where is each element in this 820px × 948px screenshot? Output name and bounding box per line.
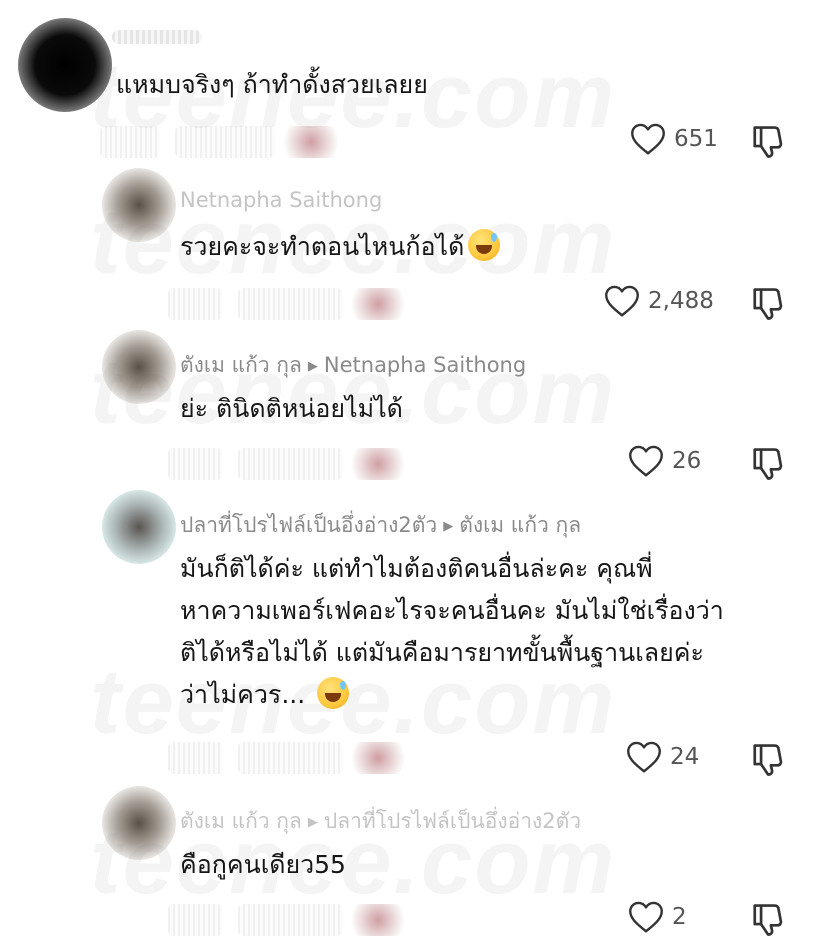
comment-author[interactable]: ปลาที่โปรไฟล์เป็นอึ่งอ่าง2ตัว ▶ ตังเม แก้ว… (180, 509, 581, 542)
thumbs-down-outline-icon (753, 288, 783, 320)
comment-text: รวยคะจะทำตอนไหนก้อได้ (180, 226, 501, 268)
thumbs-down-outline-icon (753, 744, 783, 776)
like-count: 2,488 (648, 288, 714, 314)
like-button[interactable]: 651 (630, 122, 718, 156)
caret-right-icon: ▶ (307, 359, 318, 374)
sweat-smile-emoji (468, 229, 501, 261)
like-count: 651 (674, 126, 718, 152)
redacted-reply-row (168, 284, 428, 324)
reply-to-name[interactable]: ปลาที่โปรไฟล์เป็นอึ่งอ่าง2ตัว (324, 809, 581, 833)
like-count: 24 (670, 744, 700, 770)
comment-text: ย่ะ ตินิดติหน่อยไม่ได้ (180, 394, 403, 423)
heart-outline-icon (605, 285, 639, 317)
reply-to-name[interactable]: ตังเม แก้ว กุล (459, 513, 581, 537)
username-redacted (112, 30, 202, 44)
like-count: 2 (672, 904, 687, 930)
dislike-button[interactable] (750, 740, 788, 782)
heart-outline-icon (627, 741, 661, 773)
thumbs-down-outline-icon (753, 448, 783, 480)
dislike-button[interactable] (750, 284, 788, 326)
like-button[interactable]: 2,488 (604, 284, 714, 318)
comment-text: มันก็ติได้ค่ะ แต่ทำไมต้องติคนอื่นล่ะคะ ค… (180, 554, 724, 709)
dislike-button[interactable] (750, 122, 788, 164)
heart-outline-icon (629, 445, 663, 477)
comment-text: คือกูคนเดียว55 (180, 850, 346, 879)
dislike-button[interactable] (750, 900, 788, 942)
heart-outline-icon (631, 123, 665, 155)
comment-author[interactable]: ตังเม แก้ว กุล ▶ Netnapha Saithong (180, 349, 526, 382)
avatar[interactable] (18, 18, 112, 112)
comment-text: แหมบจริงๆ ถ้าทำดั้งสวยเลยย (116, 70, 428, 99)
caret-right-icon: ▶ (307, 815, 318, 830)
avatar[interactable] (102, 168, 176, 242)
like-button[interactable]: 24 (626, 740, 699, 774)
comment-author[interactable]: ตังเม แก้ว กุล ▶ ปลาที่โปรไฟล์เป็นอึ่งอ่าง… (180, 805, 581, 838)
reply-to-name[interactable]: Netnapha Saithong (324, 353, 526, 377)
like-button[interactable]: 2 (628, 900, 687, 934)
dislike-button[interactable] (750, 444, 788, 486)
avatar[interactable] (102, 490, 176, 564)
avatar[interactable] (102, 330, 176, 404)
redacted-reply-row (168, 738, 428, 778)
like-button[interactable]: 26 (628, 444, 701, 478)
thumbs-down-outline-icon (753, 904, 783, 936)
redacted-reply-row (168, 444, 428, 484)
comment-author[interactable]: Netnapha Saithong (180, 188, 382, 212)
thumbs-down-outline-icon (753, 126, 783, 158)
redacted-reply-row (168, 900, 428, 940)
sweat-smile-emoji (317, 677, 350, 709)
avatar[interactable] (102, 786, 176, 860)
redacted-reply-row (100, 122, 360, 162)
heart-outline-icon (629, 901, 663, 933)
like-count: 26 (672, 448, 702, 474)
caret-right-icon: ▶ (443, 519, 454, 534)
